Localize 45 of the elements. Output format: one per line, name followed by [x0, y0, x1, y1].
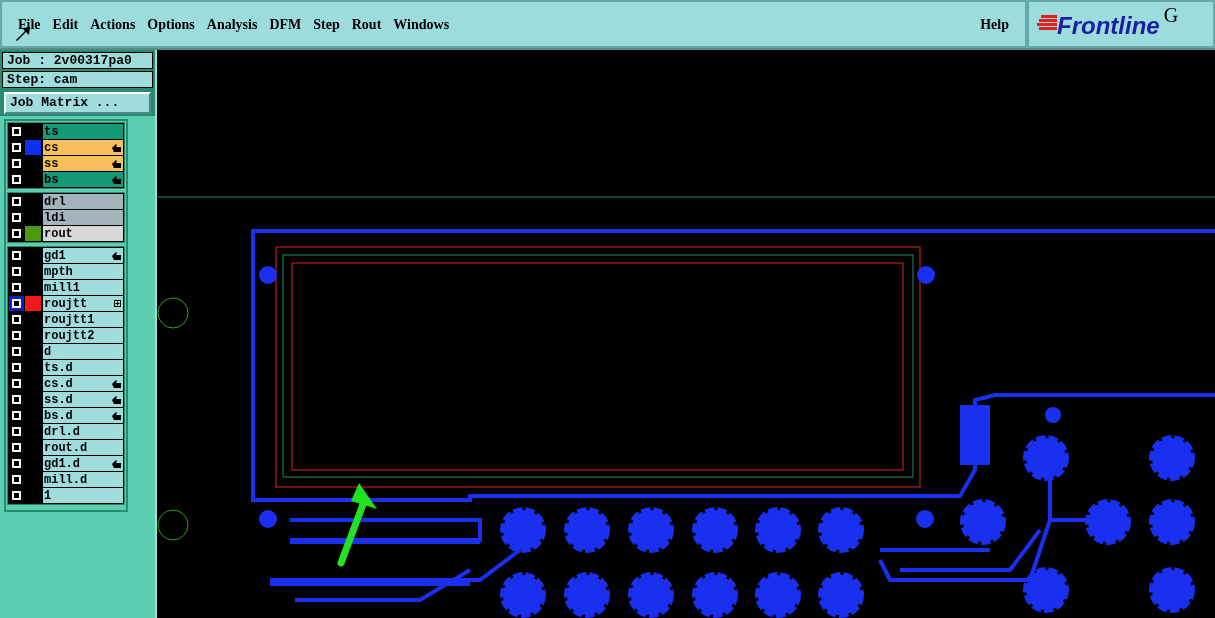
layer-color-swatch[interactable] — [25, 296, 41, 311]
layer-name[interactable]: bs.d — [43, 408, 123, 423]
menu-item[interactable]: Actions — [90, 13, 136, 35]
logo-suffix: G — [1163, 3, 1179, 28]
layer-name[interactable]: rout — [43, 226, 123, 241]
layer-name[interactable]: mill.d — [43, 472, 123, 487]
layer-name[interactable]: roujtt1 — [43, 312, 123, 327]
layer-name[interactable]: cs — [43, 140, 123, 155]
menu-item[interactable]: File — [18, 13, 41, 35]
layer-name[interactable]: 1 — [43, 488, 123, 503]
menu-item[interactable]: Step — [313, 13, 340, 35]
menu-item[interactable]: Analysis — [206, 13, 258, 35]
layer-name[interactable]: roujtt2 — [43, 328, 123, 343]
layer-name[interactable]: ts — [43, 124, 123, 139]
logo-stripes-icon — [1037, 14, 1057, 32]
job-matrix-button[interactable]: Job Matrix ... — [4, 92, 151, 114]
menu-item[interactable]: DFM — [269, 13, 302, 35]
layer-name[interactable]: drl — [43, 194, 123, 209]
layer-name[interactable]: roujtt — [43, 296, 123, 311]
layer-name[interactable]: cs.d — [43, 376, 123, 391]
layer-name[interactable]: gd1 — [43, 248, 123, 263]
layer-name[interactable]: ts.d — [43, 360, 123, 375]
logo-text: Frontline — [1057, 11, 1160, 41]
help-menu[interactable]: Help — [976, 13, 1013, 35]
layer-name[interactable]: ss.d — [43, 392, 123, 407]
menu-item[interactable]: Options — [147, 13, 195, 35]
layer-color-swatch[interactable] — [25, 226, 41, 241]
layer-name[interactable]: mill1 — [43, 280, 123, 295]
plus-box-icon — [114, 300, 121, 307]
menu-item[interactable]: Windows — [393, 13, 450, 35]
hand-pointer-icon — [112, 251, 121, 260]
layer-name[interactable]: ldi — [43, 210, 123, 225]
job-label: Job : 2v00317pa0 — [2, 52, 153, 69]
layer-name[interactable]: rout.d — [43, 440, 123, 455]
layer-name[interactable]: gd1.d — [43, 456, 123, 471]
layer-name[interactable]: drl.d — [43, 424, 123, 439]
layer-name[interactable]: bs — [43, 172, 123, 187]
layer-name[interactable]: mpth — [43, 264, 123, 279]
menu-item[interactable]: Rout — [351, 13, 382, 35]
hand-pointer-icon — [112, 459, 121, 468]
step-label: Step: cam — [2, 71, 153, 88]
layer-name[interactable]: d — [43, 344, 123, 359]
layer-name[interactable]: ss — [43, 156, 123, 171]
menu-item[interactable]: Edit — [52, 13, 79, 35]
layer-color-swatch[interactable] — [25, 140, 41, 155]
